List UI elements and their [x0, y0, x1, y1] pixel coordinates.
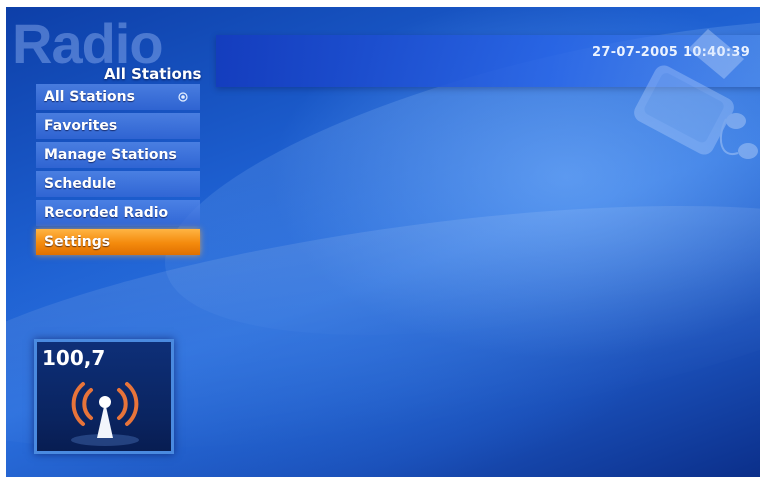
menu-item-recorded-radio[interactable]: Recorded Radio: [36, 200, 200, 226]
menu-item-label: Favorites: [44, 118, 118, 134]
portable-player-illustration-icon: [634, 29, 758, 159]
menu-item-favorites[interactable]: Favorites: [36, 113, 200, 139]
menu-item-schedule[interactable]: Schedule: [36, 171, 200, 197]
menu-item-label: Manage Stations: [44, 147, 177, 163]
now-playing-tile[interactable]: 100,7: [34, 339, 174, 454]
menu-item-label: Settings: [44, 234, 111, 250]
menu-item-label: Schedule: [44, 176, 117, 192]
station-frequency: 100,7: [42, 346, 106, 370]
menu-item-manage-stations[interactable]: Manage Stations: [36, 142, 200, 168]
sidebar-menu: All Stations Favorites Manage Stations S…: [36, 84, 200, 258]
radio-antenna-icon: [71, 382, 139, 446]
menu-item-settings[interactable]: Settings: [36, 229, 200, 255]
menu-item-label: Recorded Radio: [44, 205, 169, 221]
menu-item-label: All Stations: [44, 89, 135, 105]
radio-indicator-icon: [178, 92, 188, 102]
menu-item-all-stations[interactable]: All Stations: [36, 84, 200, 110]
section-title: All Stations: [104, 65, 202, 83]
